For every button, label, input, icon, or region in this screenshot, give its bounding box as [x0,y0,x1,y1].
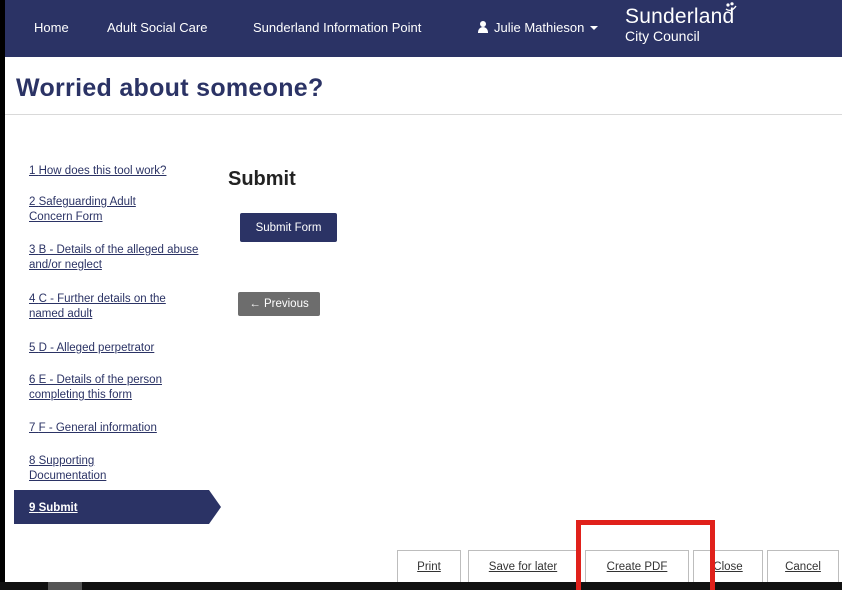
save-for-later-button[interactable]: Save for later [468,550,578,582]
logo-dots-icon [725,2,737,12]
step-label: Submit [38,502,78,514]
step-5-link[interactable]: 5 D - Alleged perpetrator [29,341,154,356]
app-window: Home Adult Social Care Sunderland Inform… [5,0,842,582]
step-6-link[interactable]: 6 E - Details of the person completing t… [29,373,189,403]
step-1-link[interactable]: 1 How does this tool work? [29,164,166,179]
divider [5,114,842,115]
step-number: 1 [29,165,36,177]
step-label: B - Details of the alleged abuse and/or … [29,244,199,271]
step-7-link[interactable]: 7 F - General information [29,421,157,436]
close-button[interactable]: Close [693,550,763,582]
logo-text-main: Sunderland [625,5,735,28]
caret-down-icon [590,26,599,30]
person-icon [478,21,488,33]
create-pdf-button[interactable]: Create PDF [585,550,689,582]
step-number: 3 [29,244,36,256]
taskbar-tab[interactable] [48,582,82,590]
logo-text-sub: City Council [625,28,700,44]
previous-button[interactable]: ← Previous [238,292,320,316]
nav-home-link[interactable]: Home [34,20,69,35]
step-label: D - Alleged perpetrator [38,342,155,354]
step-label: How does this tool work? [38,165,167,177]
step-number: 8 [29,455,36,467]
top-navigation-bar: Home Adult Social Care Sunderland Inform… [5,0,842,57]
step-label: E - Details of the person completing thi… [29,374,162,401]
step-label: C - Further details on the named adult [29,293,166,320]
taskbar-strip [0,582,842,590]
print-button[interactable]: Print [397,550,461,582]
user-name: Julie Mathieson [494,20,585,35]
arrow-left-icon: ← [249,298,264,310]
step-number: 2 [29,196,36,208]
step-label: F - General information [38,422,157,434]
step-2-link[interactable]: 2 Safeguarding Adult Concern Form [29,195,179,225]
section-title: Submit [228,168,296,190]
step-number: 6 [29,374,36,386]
step-4-link[interactable]: 4 C - Further details on the named adult [29,292,194,322]
step-number: 4 [29,293,36,305]
cancel-button[interactable]: Cancel [767,550,839,582]
step-3-link[interactable]: 3 B - Details of the alleged abuse and/o… [29,243,199,273]
step-9-link-active[interactable]: 9 Submit [29,501,78,516]
page-title: Worried about someone? [16,74,324,102]
step-label: Supporting Documentation [29,455,107,482]
submit-form-button[interactable]: Submit Form [240,213,337,242]
step-8-link[interactable]: 8 Supporting Documentation [29,454,129,484]
step-number: 5 [29,342,36,354]
previous-label: Previous [263,298,309,310]
user-menu-dropdown[interactable]: Julie Mathieson [478,20,599,35]
nav-adult-social-care-link[interactable]: Adult Social Care [107,20,207,35]
sunderland-city-council-logo[interactable]: Sunderland City Council [625,2,737,44]
nav-sunderland-information-point-link[interactable]: Sunderland Information Point [253,20,421,35]
step-number: 9 [29,502,36,514]
step-number: 7 [29,422,36,434]
step-label: Safeguarding Adult Concern Form [29,196,136,223]
